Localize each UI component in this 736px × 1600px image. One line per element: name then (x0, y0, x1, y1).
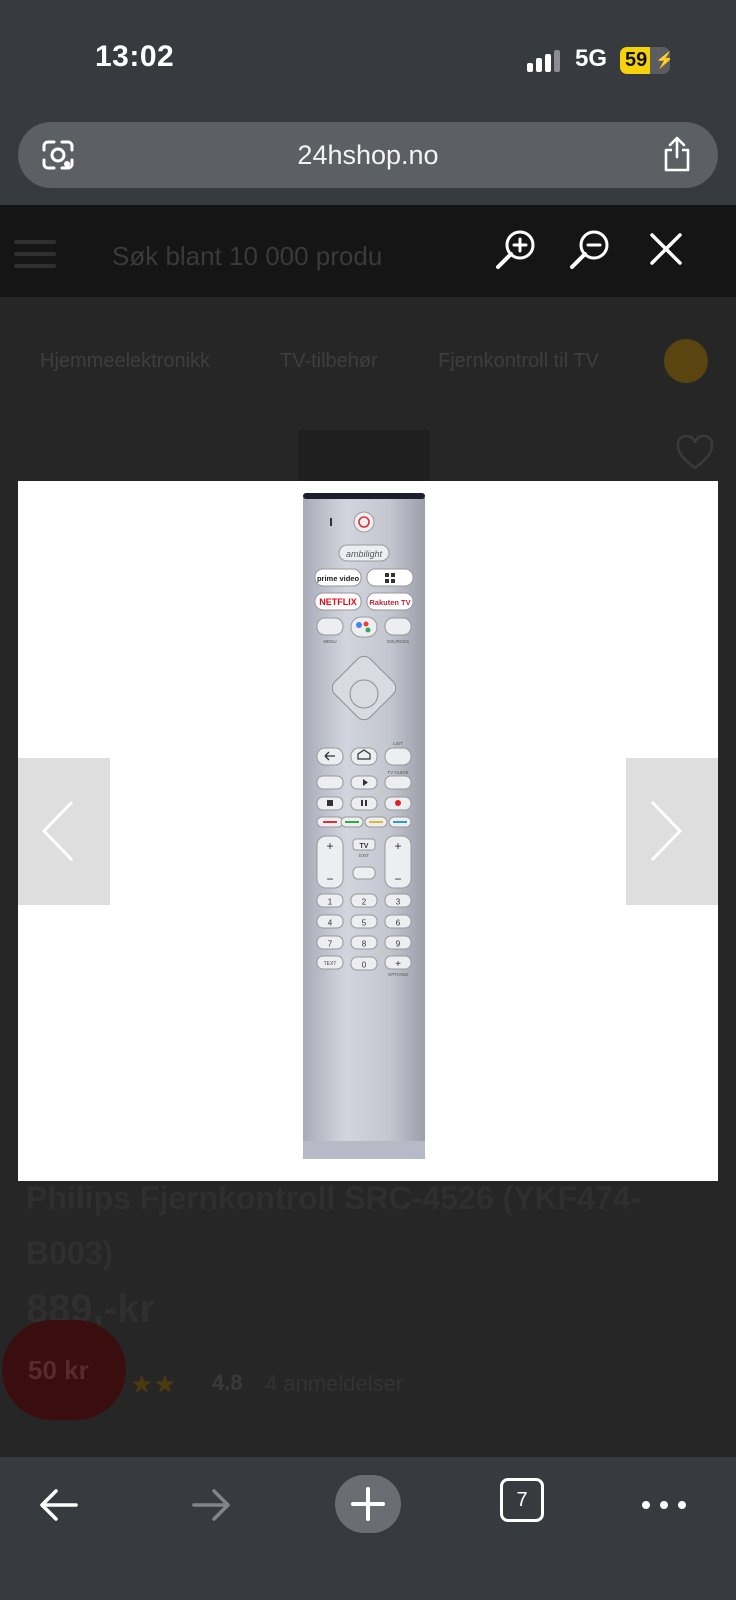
remote-list-label: LIST (393, 741, 403, 746)
chevron-left-icon (41, 800, 74, 862)
back-arrow-icon[interactable] (34, 1477, 82, 1533)
remote-number-label: 8 (362, 940, 367, 949)
zoom-out-icon[interactable] (568, 227, 612, 271)
close-icon[interactable] (644, 227, 688, 271)
remote-ambilight-label: ambilight (346, 549, 383, 559)
battery-level: 59 (625, 49, 648, 71)
menu-icon (14, 240, 56, 270)
remote-exit-label: EXIT (359, 853, 369, 858)
product-title: Philips Fjernkontroll SRC-4526 (YKF474-B… (26, 1180, 642, 1271)
site-search-placeholder: Søk blant 10 000 produ (112, 241, 383, 271)
breadcrumb-item: Fjernkontroll til TV (438, 350, 599, 372)
site-header: Søk blant 10 000 produ (0, 205, 736, 297)
rating-stars-icon: ★★ (130, 1369, 177, 1399)
remote-number-label: 3 (396, 898, 401, 907)
battery-icon: 59 ⚡ (620, 47, 670, 74)
breadcrumb-next-button (664, 339, 708, 383)
remote-number-label: 4 (328, 919, 333, 928)
remote-number-label: 1 (328, 898, 333, 907)
remote-rakuten-label: Rakuten TV (369, 598, 410, 607)
remote-menu-label: MENU (323, 639, 336, 644)
remote-number-label: 6 (396, 919, 401, 928)
tabs-button[interactable]: 7 (500, 1478, 544, 1522)
remote-options-label: OPTIONS (388, 972, 408, 977)
remote-sources-label: SOURCES (387, 639, 409, 644)
review-count: 4 anmeldelser (265, 1371, 404, 1396)
browser-toolbar: 7 (0, 1457, 736, 1600)
remote-tv-label: TV (360, 843, 369, 850)
favorite-heart-icon (676, 435, 714, 470)
tab-count: 7 (516, 1489, 528, 1511)
network-type: 5G (575, 45, 608, 72)
more-icon[interactable] (640, 1477, 688, 1533)
address-bar[interactable]: 24hshop.no (18, 122, 718, 188)
svg-text:+: + (395, 959, 401, 970)
remote-number-label: 7 (328, 940, 333, 949)
breadcrumb-item: Hjemmeelektronikk (40, 350, 211, 372)
remote-number-label: 9 (396, 940, 401, 949)
remote-prime-video-label: prime video (317, 574, 360, 583)
next-image-button[interactable] (626, 758, 718, 905)
image-lightbox: ambilight prime video NETFLIX Rakuten TV… (18, 481, 718, 1181)
charging-bolt-icon: ⚡ (655, 52, 670, 69)
url-text[interactable]: 24hshop.no (18, 140, 718, 171)
discount-badge-text: 50 kr (28, 1355, 89, 1385)
share-icon[interactable] (662, 135, 692, 173)
remote-number-label: 0 (362, 961, 367, 970)
previous-image-button[interactable] (18, 758, 110, 905)
browser-address-area: 24hshop.no (0, 110, 736, 205)
new-tab-button[interactable] (335, 1475, 401, 1533)
cellular-signal-icon (527, 50, 563, 72)
remote-number-label: 5 (362, 919, 367, 928)
svg-text:+: + (326, 839, 333, 853)
svg-text:−: − (326, 872, 333, 886)
plus-icon (351, 1487, 385, 1521)
svg-text:+: + (394, 839, 401, 853)
chevron-right-icon (650, 800, 683, 862)
remote-tvguide-label: TV GUIDE (387, 770, 408, 775)
remote-number-label: 2 (362, 898, 367, 907)
status-bar: 13:02 5G 59 ⚡ (0, 0, 736, 110)
product-image-remote: ambilight prime video NETFLIX Rakuten TV… (303, 493, 425, 1159)
svg-text:−: − (394, 872, 401, 886)
breadcrumb-item: TV-tilbehør (280, 350, 378, 372)
remote-netflix-label: NETFLIX (319, 597, 357, 607)
forward-arrow-icon[interactable] (188, 1477, 236, 1533)
rating-value: 4.8 (212, 1370, 243, 1395)
remote-text-label: TEXT (324, 961, 337, 967)
status-time: 13:02 (95, 40, 175, 73)
zoom-in-icon[interactable] (494, 227, 538, 271)
